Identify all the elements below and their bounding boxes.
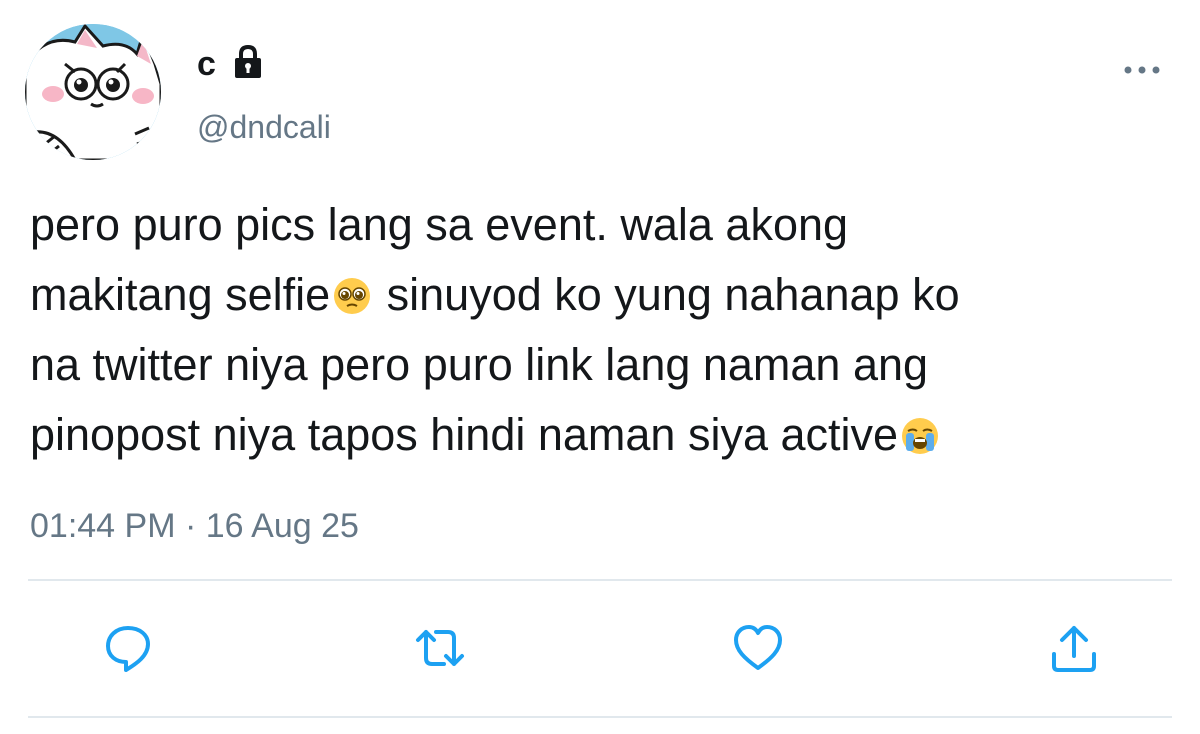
like-icon (734, 625, 782, 670)
cat-avatar-icon (25, 24, 161, 160)
reply-button[interactable] (100, 620, 156, 676)
tweet-line: na twitter niya pero puro link lang nama… (30, 339, 929, 390)
divider (28, 579, 1172, 581)
tweet-time: 01:44 PM (30, 507, 176, 545)
tweet-line: makitang selfie sinuyod ko yung nahanap … (30, 260, 1140, 330)
loudly-crying-face-emoji-icon (902, 418, 939, 454)
tweet-line-fragment: pinopost niya tapos hindi naman siya act… (30, 409, 899, 460)
pleading-face-emoji-icon (334, 278, 371, 314)
tweet-line-fragment: sinuyod ko yung nahanap ko (374, 269, 960, 320)
tweet-line-fragment: makitang selfie (30, 269, 331, 320)
tweet-text: pero puro pics lang sa event. wala akong… (30, 190, 1140, 470)
tweet-line: pinopost niya tapos hindi naman siya act… (30, 400, 1140, 470)
more-options-icon[interactable] (1122, 58, 1162, 82)
display-name[interactable]: c (197, 44, 216, 84)
retweet-button[interactable] (412, 620, 468, 676)
meta-separator: · (175, 507, 206, 545)
divider (28, 716, 1172, 718)
retweet-icon (416, 630, 464, 666)
avatar[interactable] (25, 24, 161, 160)
tweet-line: pero puro pics lang sa event. wala akong (30, 199, 849, 250)
user-handle[interactable]: @dndcali (197, 107, 331, 147)
reply-icon (106, 626, 150, 672)
share-button[interactable] (1046, 620, 1102, 676)
lock-icon (235, 44, 261, 78)
tweet-timestamp[interactable]: 01:44 PM · 16 Aug 25 (30, 506, 359, 546)
tweet-date: 16 Aug 25 (205, 507, 359, 545)
share-icon (1052, 626, 1096, 672)
like-button[interactable] (730, 620, 786, 676)
